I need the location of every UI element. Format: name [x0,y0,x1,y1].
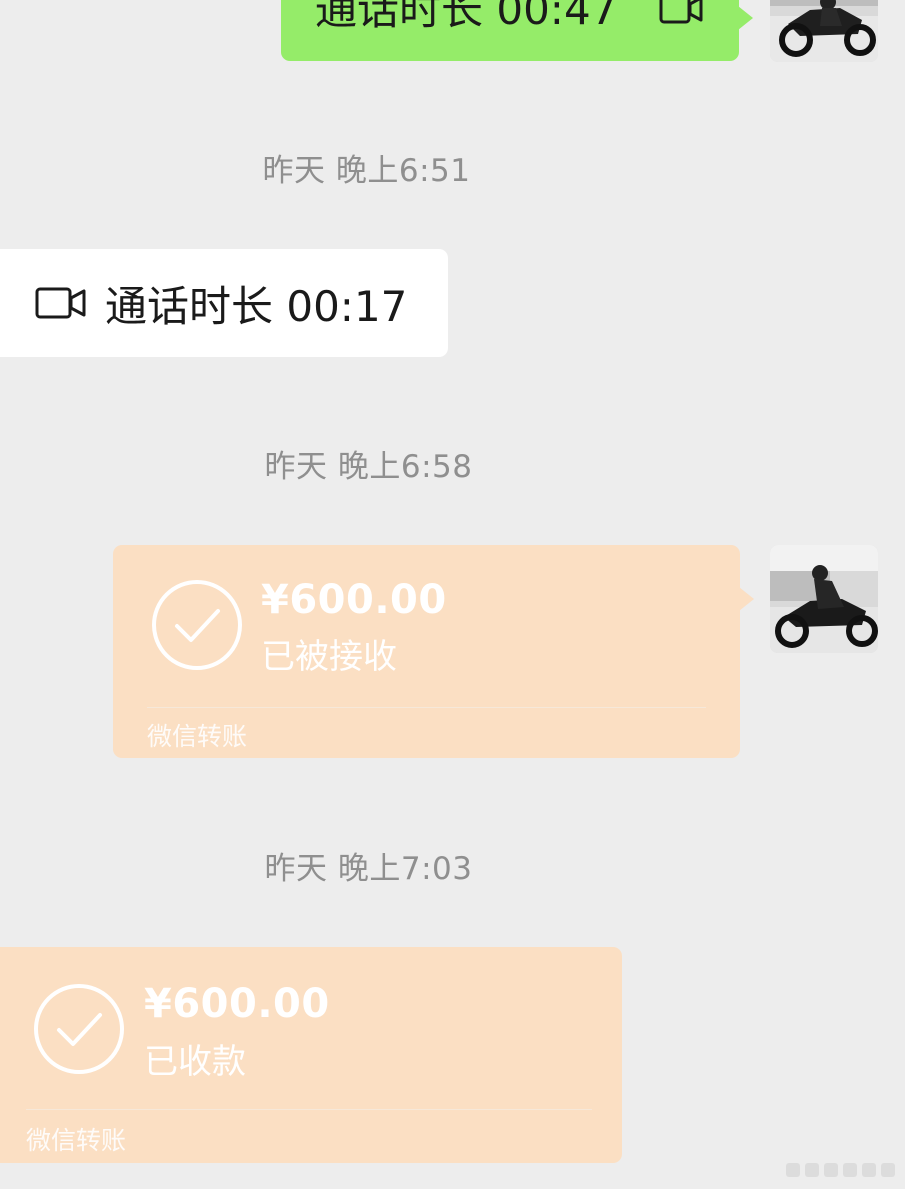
transfer-amount: ¥600.00 [144,981,330,1027]
transfer-status: 已收款 [144,1042,246,1082]
transfer-card-received[interactable]: ¥600.00 已收款 微信转账 [0,947,622,1163]
transfer-status: 已被接收 [261,637,397,677]
bubble-tail [738,6,753,30]
motorcycle-avatar-icon [770,0,878,62]
motorcycle-avatar-icon [770,545,878,653]
transfer-card-sent[interactable]: ¥600.00 已被接收 微信转账 [113,545,754,758]
timestamp: 昨天 晚上6:58 [264,449,473,485]
my-avatar[interactable] [770,545,878,653]
transfer-footer: 微信转账 [147,722,248,751]
video-call-icon [35,287,86,319]
my-avatar[interactable] [770,0,878,62]
call-duration-text: 通话时长 00:47 [315,0,618,34]
divider [26,1109,592,1110]
bubble-tail [739,587,754,611]
call-duration-text: 通话时长 00:17 [105,281,408,331]
timestamp: 昨天 晚上6:51 [262,153,471,189]
outgoing-call-bubble[interactable]: 通话时长 00:47 [281,0,753,61]
transfer-amount: ¥600.00 [261,577,447,623]
divider [147,707,706,708]
video-call-icon [659,0,703,24]
chat-view: 通话时长 00:47 昨天 晚上6:51 通话时长 00:17 昨天 晚上6:5… [0,0,905,1189]
check-circle-icon [34,984,124,1074]
transfer-footer: 微信转账 [26,1126,127,1155]
incoming-call-bubble[interactable]: 通话时长 00:17 [0,249,448,357]
check-circle-icon [152,580,242,670]
timestamp: 昨天 晚上7:03 [264,851,473,887]
watermark [786,1163,895,1177]
